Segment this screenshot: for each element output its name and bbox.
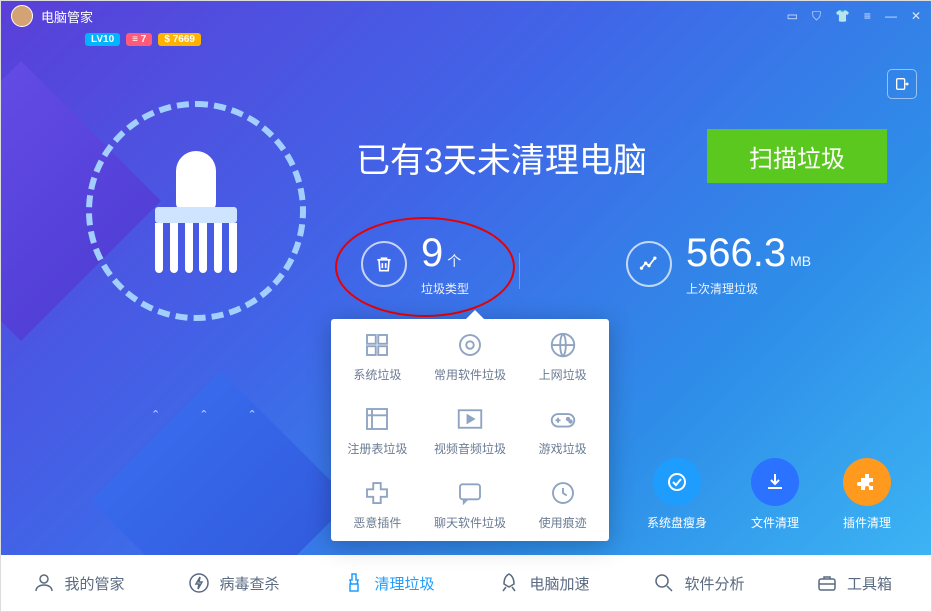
titlebar-controls: ▭ ⛉ 👕 ≡ — ✕ <box>787 9 921 24</box>
login-icon <box>894 76 910 92</box>
popup-item-registry[interactable]: 注册表垃圾 <box>331 393 424 467</box>
phone-icon[interactable]: ▭ <box>787 9 798 24</box>
stat-size-label: 上次清理垃圾 <box>686 280 811 297</box>
bolt-icon <box>187 571 211 595</box>
nav-software[interactable]: 软件分析 <box>621 571 776 595</box>
magnify-icon <box>652 571 676 595</box>
stat-last-clean[interactable]: 566.3MB 上次清理垃圾 <box>626 231 811 297</box>
coin-badge[interactable]: $ 7669 <box>158 33 201 46</box>
popup-item-web[interactable]: 上网垃圾 <box>516 319 609 393</box>
app-window: ⌃ ⌃ ⌃ 电脑管家 ▭ ⛉ 👕 ≡ — ✕ LV10 ≡ 7 $ 7669 已… <box>0 0 932 612</box>
close-icon[interactable]: ✕ <box>911 9 921 24</box>
chart-icon <box>626 241 672 287</box>
stat-size-unit: MB <box>790 253 811 269</box>
popup-item-traces[interactable]: 使用痕迹 <box>516 467 609 541</box>
hero-brush <box>86 101 306 321</box>
user-badges: LV10 ≡ 7 $ 7669 <box>85 33 201 46</box>
login-chip[interactable] <box>887 69 917 99</box>
menu-icon[interactable]: ≡ <box>864 9 871 24</box>
minimize-icon[interactable]: — <box>885 9 897 24</box>
headline-text: 已有3天未清理电脑 <box>356 133 647 182</box>
stat-size-value: 566.3 <box>686 231 786 275</box>
popup-item-chat[interactable]: 聊天软件垃圾 <box>424 467 517 541</box>
shortcut-slim[interactable]: 系统盘瘦身 <box>647 458 707 531</box>
skin-icon[interactable]: 👕 <box>835 9 850 24</box>
popup-item-software[interactable]: 常用软件垃圾 <box>424 319 517 393</box>
download-icon <box>763 470 787 494</box>
msg-badge[interactable]: ≡ 7 <box>126 33 152 46</box>
bottom-nav: 我的管家 病毒查杀 清理垃圾 电脑加速 软件分析 工具箱 <box>1 555 931 611</box>
person-icon <box>32 571 56 595</box>
popup-item-media[interactable]: 视频音频垃圾 <box>424 393 517 467</box>
shield-icon[interactable]: ⛉ <box>812 9 821 24</box>
nav-toolbox[interactable]: 工具箱 <box>776 571 931 595</box>
app-title: 电脑管家 <box>41 7 93 26</box>
brush-icon <box>342 571 366 595</box>
popup-item-game[interactable]: 游戏垃圾 <box>516 393 609 467</box>
popup-item-plugin[interactable]: 恶意插件 <box>331 467 424 541</box>
nav-antivirus[interactable]: 病毒查杀 <box>156 571 311 595</box>
nav-speedup[interactable]: 电脑加速 <box>466 571 621 595</box>
decorative-birds: ⌃ ⌃ ⌃ <box>151 408 275 421</box>
titlebar: 电脑管家 ▭ ⛉ 👕 ≡ — ✕ <box>1 1 931 31</box>
popup-item-system[interactable]: 系统垃圾 <box>331 319 424 393</box>
shortcut-plugin[interactable]: 插件清理 <box>843 458 891 531</box>
shortcut-files[interactable]: 文件清理 <box>751 458 799 531</box>
disk-icon <box>665 470 689 494</box>
scan-button-label: 扫描垃圾 <box>749 139 845 174</box>
nav-home[interactable]: 我的管家 <box>1 571 156 595</box>
rocket-icon <box>497 571 521 595</box>
user-avatar[interactable] <box>11 5 33 27</box>
annotation-circle-stat <box>335 217 515 317</box>
nav-clean[interactable]: 清理垃圾 <box>311 571 466 595</box>
toolbox-icon <box>815 571 839 595</box>
level-badge[interactable]: LV10 <box>85 33 120 46</box>
scan-button[interactable]: 扫描垃圾 <box>707 129 887 183</box>
trash-type-popup: 系统垃圾 常用软件垃圾 上网垃圾 注册表垃圾 视频音频垃圾 游戏垃圾 恶意插件 … <box>331 319 609 541</box>
puzzle-icon <box>855 470 879 494</box>
shortcut-row: 系统盘瘦身 文件清理 插件清理 <box>647 458 891 531</box>
stat-divider <box>519 253 520 289</box>
